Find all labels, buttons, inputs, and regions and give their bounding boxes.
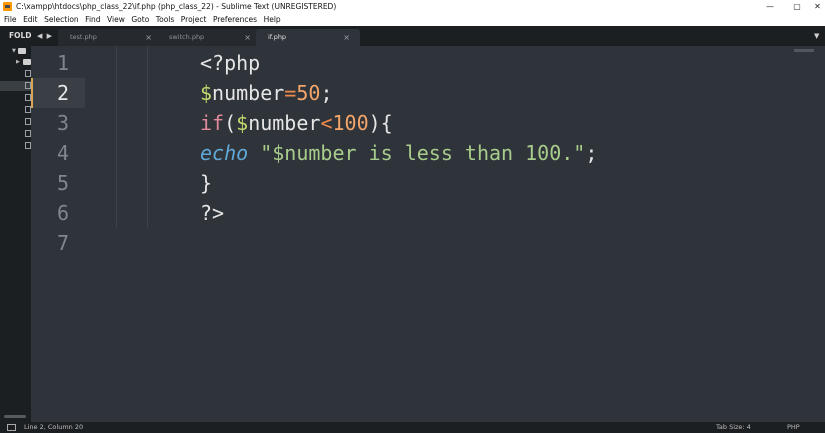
sidebar-header-label[interactable]: FOLD (9, 26, 32, 46)
tab-test-php[interactable]: test.php × (58, 29, 162, 46)
sidebar-file[interactable] (0, 105, 31, 115)
tab-bar: FOLD ◀ ▶ test.php × switch.php × if.php … (0, 26, 825, 46)
folder-icon (18, 48, 26, 54)
minimize-button[interactable]: — (756, 0, 784, 13)
punctuation: ; (585, 141, 598, 165)
minimap[interactable] (794, 49, 814, 52)
line-number: 1 (57, 51, 70, 75)
folder-collapsed-icon: ▶ (16, 59, 20, 65)
code-editor[interactable]: 1 2 3 4 5 6 7 <?php $number=50; if($numb… (31, 46, 825, 422)
line-number: 5 (57, 171, 70, 195)
sidebar-file-selected[interactable] (0, 81, 31, 91)
sidebar-scrollbar[interactable] (4, 415, 26, 418)
php-open-tag: <?php (200, 51, 261, 75)
punctuation: ( (224, 111, 237, 135)
tab-list-dropdown-icon[interactable]: ▼ (814, 26, 819, 46)
sidebar-file[interactable] (0, 129, 31, 139)
number-literal: 50 (296, 81, 321, 105)
code-line-3[interactable]: if($number<100){ (200, 108, 393, 138)
code-line-5[interactable]: } (200, 168, 212, 198)
line-number: 6 (57, 201, 70, 225)
indent-guide (116, 46, 117, 227)
variable-name: number (212, 81, 285, 105)
var-sigil: $ (236, 111, 249, 135)
sidebar-file[interactable] (0, 69, 31, 79)
string-literal: "$number is less than 100." (260, 141, 586, 165)
sidebar: ▼ ▶ (0, 46, 31, 422)
tab-nav-arrows[interactable]: ◀ ▶ (37, 26, 53, 46)
sidebar-file[interactable] (0, 93, 31, 103)
tab-close-icon[interactable]: × (343, 29, 350, 46)
sidebar-file[interactable] (0, 117, 31, 127)
sublime-app-icon (3, 2, 12, 11)
panel-toggle-icon[interactable] (7, 424, 16, 431)
punctuation: ; (320, 81, 333, 105)
line-number-gutter: 1 2 3 4 5 6 7 (31, 46, 85, 422)
close-button[interactable]: ✕ (810, 0, 825, 13)
tab-label: test.php (70, 33, 97, 41)
maximize-button[interactable]: ▢ (783, 0, 811, 13)
line-number: 4 (57, 141, 70, 165)
tab-close-icon[interactable]: × (145, 29, 152, 46)
sidebar-subfolder[interactable]: ▶ (0, 57, 31, 67)
menu-project[interactable]: Project (181, 13, 207, 26)
tab-if-php[interactable]: if.php × (256, 29, 360, 46)
syntax-indicator[interactable]: PHP (787, 422, 800, 433)
line-number-current: 2 (31, 78, 85, 108)
line-number: 3 (57, 111, 70, 135)
menu-selection[interactable]: Selection (44, 13, 79, 26)
punctuation: ){ (368, 111, 393, 135)
indent-guide (147, 46, 148, 227)
status-bar: Line 2, Column 20 Tab Size: 4 PHP (0, 422, 825, 433)
menu-bar: File Edit Selection Find View Goto Tools… (0, 13, 825, 26)
menu-find[interactable]: Find (85, 13, 100, 26)
code-line-1[interactable]: <?php (200, 48, 260, 78)
menu-preferences[interactable]: Preferences (213, 13, 257, 26)
variable-name: number (248, 111, 321, 135)
menu-view[interactable]: View (107, 13, 125, 26)
tab-close-icon[interactable]: × (244, 29, 251, 46)
title-bar: C:\xampp\htdocs\php_class_22\if.php (php… (0, 0, 825, 13)
tab-switch-php[interactable]: switch.php × (157, 29, 261, 46)
tab-label: switch.php (169, 33, 205, 41)
cursor-position: Line 2, Column 20 (24, 423, 84, 431)
keyword: if (200, 111, 225, 135)
sidebar-file[interactable] (0, 141, 31, 151)
menu-goto[interactable]: Goto (131, 13, 149, 26)
var-sigil: $ (200, 81, 213, 105)
line-number: 7 (57, 231, 70, 255)
sidebar-root-folder[interactable]: ▼ (0, 46, 31, 56)
menu-tools[interactable]: Tools (156, 13, 174, 26)
code-line-6[interactable]: ?> (200, 198, 224, 228)
php-close-tag: ?> (200, 201, 225, 225)
code-line-4[interactable]: echo "$number is less than 100."; (200, 138, 597, 168)
menu-help[interactable]: Help (264, 13, 281, 26)
tab-label: if.php (268, 33, 287, 41)
window-title: C:\xampp\htdocs\php_class_22\if.php (php… (16, 2, 337, 11)
number-literal: 100 (332, 111, 369, 135)
menu-file[interactable]: File (4, 13, 17, 26)
folder-icon (23, 59, 31, 65)
folder-expanded-icon: ▼ (12, 48, 16, 54)
menu-edit[interactable]: Edit (23, 13, 38, 26)
tab-size-indicator[interactable]: Tab Size: 4 (716, 422, 751, 433)
operator: < (320, 111, 333, 135)
echo-keyword: echo (200, 141, 249, 165)
operator: = (284, 81, 297, 105)
closing-brace: } (200, 171, 213, 195)
code-line-2[interactable]: $number=50; (200, 78, 332, 108)
